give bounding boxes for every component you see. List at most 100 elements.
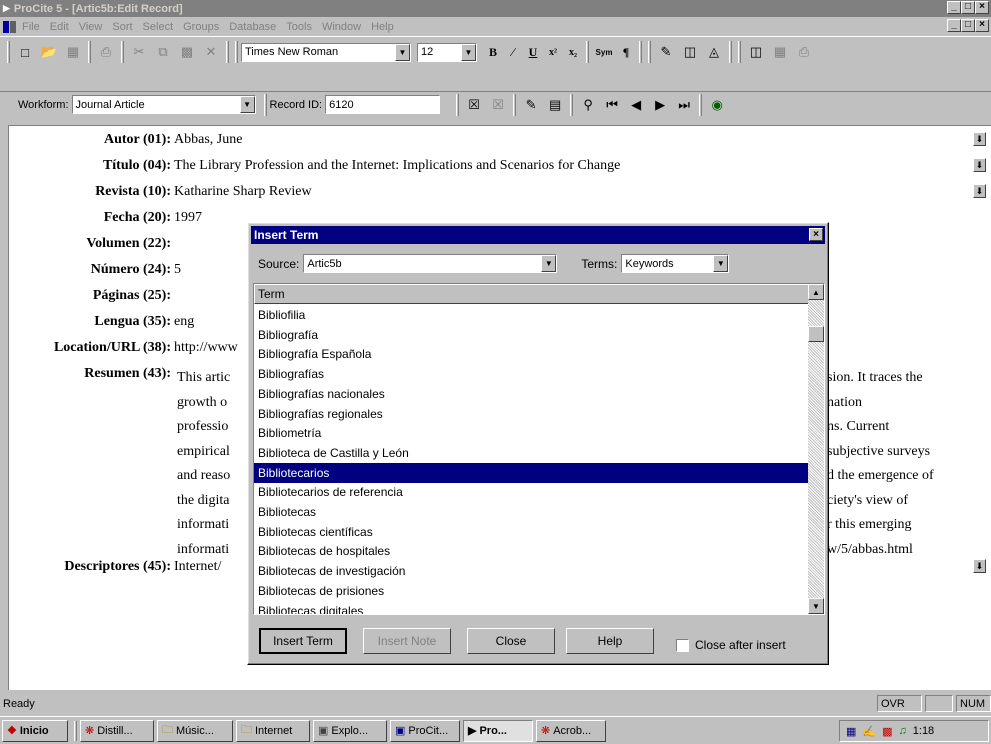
menu-view[interactable]: View bbox=[79, 21, 103, 33]
task-procite-active[interactable]: ▶ Pro... bbox=[463, 719, 533, 742]
menu-database[interactable]: Database bbox=[229, 21, 276, 33]
tool-icon[interactable]: ✍ bbox=[862, 725, 876, 738]
field-row-language[interactable]: Lengua (35): eng bbox=[9, 314, 194, 334]
menu-sort[interactable]: Sort bbox=[112, 21, 132, 33]
help-button[interactable]: Help bbox=[566, 628, 654, 654]
field-row-pages[interactable]: Páginas (25): bbox=[9, 288, 174, 308]
menu-file[interactable]: File bbox=[22, 21, 40, 33]
pilcrow-button[interactable]: ¶ bbox=[616, 45, 636, 60]
field-row-descriptors[interactable]: Descriptores (45): Internet/ bbox=[9, 559, 221, 579]
print-preview-icon[interactable]: ▦ bbox=[770, 42, 790, 62]
insert-term-button[interactable]: Insert Term bbox=[259, 628, 347, 654]
term-list-item[interactable]: Bibliografías bbox=[254, 364, 810, 384]
chevron-down-icon[interactable]: ▼ bbox=[713, 255, 729, 272]
record-id-field[interactable]: 6120 bbox=[325, 95, 441, 114]
field-row-number[interactable]: Número (24): 5 bbox=[9, 262, 181, 282]
field-row-date[interactable]: Fecha (20): 1997 bbox=[9, 210, 202, 230]
field-value[interactable]: 1997 bbox=[174, 210, 202, 230]
field-row-abstract[interactable]: Resumen (43): bbox=[9, 366, 174, 386]
copy-icon[interactable]: ⧉ bbox=[153, 42, 173, 62]
term-list-item[interactable]: Bibliotecas bbox=[254, 502, 810, 522]
paste-icon[interactable]: ▩ bbox=[177, 42, 197, 62]
field-value[interactable]: 5 bbox=[174, 262, 181, 282]
menu-select[interactable]: Select bbox=[143, 21, 174, 33]
close-dialog-button[interactable]: Close bbox=[467, 628, 555, 654]
list-scrollbar[interactable]: ▲ ▼ bbox=[808, 284, 824, 614]
field-row-volume[interactable]: Volumen (22): bbox=[9, 236, 174, 256]
terms-select[interactable]: Keywords ▼ bbox=[621, 254, 730, 273]
term-list-button[interactable]: ⬇ bbox=[973, 158, 986, 172]
insert-note-button[interactable]: Insert Note bbox=[363, 628, 451, 654]
chevron-down-icon[interactable]: ▼ bbox=[461, 43, 476, 61]
toolbar-grip[interactable] bbox=[7, 41, 10, 63]
menu-groups[interactable]: Groups bbox=[183, 21, 219, 33]
search-icon[interactable]: ⚲ bbox=[578, 95, 598, 115]
dialog-close-icon[interactable]: × bbox=[809, 228, 823, 241]
field-row-author[interactable]: Autor (01): Abbas, June bbox=[9, 132, 242, 152]
maximize-button[interactable]: □ bbox=[961, 1, 975, 14]
mark-record-icon[interactable]: ☒ bbox=[488, 95, 508, 115]
volume-icon[interactable]: ♫ bbox=[899, 725, 907, 737]
field-value[interactable]: Internet/ bbox=[174, 559, 221, 579]
term-list-item[interactable]: Bibliografía Española bbox=[254, 344, 810, 364]
print-records-icon[interactable]: ⎙ bbox=[794, 42, 814, 62]
term-list-item[interactable]: Bibliotecarios bbox=[254, 462, 810, 483]
field-value[interactable]: Abbas, June bbox=[174, 132, 242, 152]
cut-icon[interactable]: ✂ bbox=[129, 42, 149, 62]
chevron-down-icon[interactable]: ▼ bbox=[239, 96, 255, 113]
list-view-icon[interactable]: ▤ bbox=[545, 95, 565, 115]
checkbox-box[interactable] bbox=[676, 638, 689, 652]
term-list-item[interactable]: Bibliofilia bbox=[254, 305, 810, 325]
delete-record-icon[interactable]: ☒ bbox=[464, 95, 484, 115]
next-record-icon[interactable]: ▶ bbox=[650, 95, 670, 115]
subscript-button[interactable]: x₂ bbox=[563, 47, 583, 58]
preview-icon[interactable]: ◫ bbox=[746, 42, 766, 62]
term-list-item[interactable]: Bibliotecas de investigación bbox=[254, 561, 810, 581]
term-list-item[interactable]: Bibliotecas de hospitales bbox=[254, 541, 810, 561]
scroll-thumb[interactable] bbox=[808, 326, 824, 342]
field-row-title[interactable]: Título (04): The Library Profession and … bbox=[9, 158, 620, 178]
delete-icon[interactable]: ✕ bbox=[201, 42, 221, 62]
term-list-button[interactable]: ⬇ bbox=[973, 132, 986, 146]
term-list-item[interactable]: Bibliometría bbox=[254, 423, 810, 443]
term-column-header[interactable]: Term bbox=[254, 284, 810, 304]
underline-button[interactable]: U bbox=[523, 45, 543, 60]
font-size-select[interactable]: 12 ▼ bbox=[417, 42, 477, 62]
field-row-journal[interactable]: Revista (10): Katharine Sharp Review bbox=[9, 184, 312, 204]
scroll-up-icon[interactable]: ▲ bbox=[808, 284, 824, 300]
properties-icon[interactable]: ✎ bbox=[521, 95, 541, 115]
save-icon[interactable]: ▦ bbox=[63, 42, 83, 62]
term-list[interactable]: Term Bibliofilia Bibliografía Bibliografía… bbox=[253, 283, 825, 615]
minimize-button[interactable]: _ bbox=[947, 1, 961, 14]
paste-record-icon[interactable]: ◬ bbox=[704, 42, 724, 62]
term-list-button[interactable]: ⬇ bbox=[973, 184, 986, 198]
globe-icon[interactable]: ◉ bbox=[707, 95, 727, 115]
field-value[interactable]: Katharine Sharp Review bbox=[174, 184, 312, 204]
print-icon[interactable]: ⎙ bbox=[96, 42, 116, 62]
task-distiller[interactable]: ❋ Distill... bbox=[80, 719, 154, 742]
dialog-title-bar[interactable]: Insert Term × bbox=[251, 226, 825, 244]
field-row-url[interactable]: Location/URL (38): http://www bbox=[9, 340, 238, 360]
doc-close-button[interactable]: × bbox=[975, 19, 989, 32]
doc-maximize-button[interactable]: □ bbox=[961, 19, 975, 32]
term-list-item[interactable]: Bibliografía bbox=[254, 325, 810, 345]
task-music-folder[interactable]: 🗀 Músic... bbox=[157, 719, 233, 742]
italic-button[interactable]: ∕ bbox=[503, 45, 523, 60]
copy-record-icon[interactable]: ◫ bbox=[680, 42, 700, 62]
task-acrobat[interactable]: ❋ Acrob... bbox=[536, 719, 606, 742]
term-list-item[interactable]: Bibliotecas digitales bbox=[254, 601, 810, 615]
document-icon[interactable] bbox=[2, 20, 18, 34]
field-value[interactable]: http://www bbox=[174, 340, 238, 360]
term-list-item[interactable]: Bibliografías regionales bbox=[254, 404, 810, 424]
previous-record-icon[interactable]: ◀ bbox=[626, 95, 646, 115]
new-document-icon[interactable]: □ bbox=[15, 42, 35, 62]
close-button[interactable]: × bbox=[975, 1, 989, 14]
term-list-item[interactable]: Bibliotecas científicas bbox=[254, 522, 810, 542]
menu-tools[interactable]: Tools bbox=[286, 21, 312, 33]
term-list-item[interactable]: Biblioteca de Castilla y León bbox=[254, 443, 810, 463]
chevron-down-icon[interactable]: ▼ bbox=[541, 255, 557, 272]
doc-minimize-button[interactable]: _ bbox=[947, 19, 961, 32]
term-list-item[interactable]: Bibliotecarios de referencia bbox=[254, 482, 810, 502]
last-record-icon[interactable]: ⏭ bbox=[674, 95, 694, 115]
menu-help[interactable]: Help bbox=[371, 21, 394, 33]
